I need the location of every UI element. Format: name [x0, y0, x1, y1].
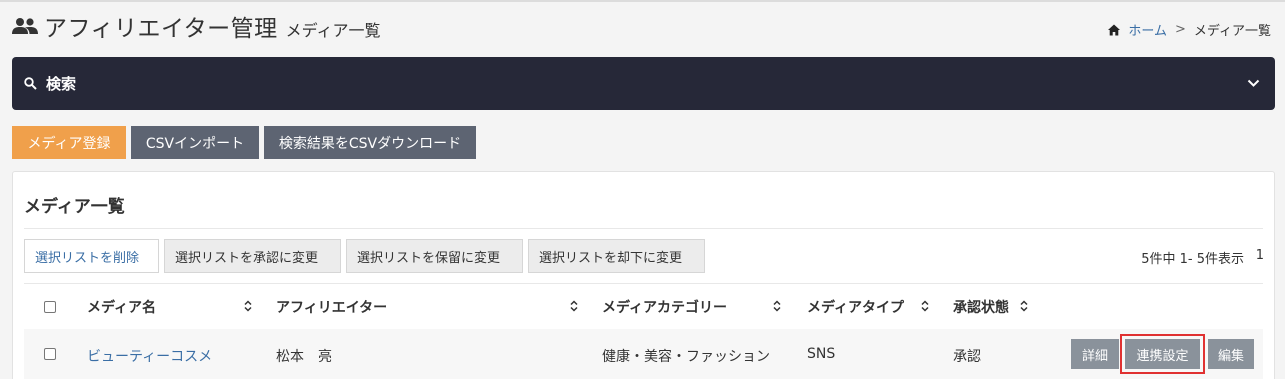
- approve-selected-button[interactable]: 選択リストを承認に変更: [164, 239, 341, 273]
- detail-button[interactable]: 詳細: [1071, 339, 1119, 369]
- result-count: 5件中 1- 5件表示: [1141, 252, 1244, 267]
- hold-selected-button[interactable]: 選択リストを保留に変更: [346, 239, 523, 273]
- sort-icon[interactable]: [244, 300, 252, 312]
- table-header: メディア名 アフィリエイター メディアカテゴリー メディアタイプ 承認状態: [24, 284, 1263, 329]
- column-media-name[interactable]: メディア名: [87, 297, 156, 317]
- column-affiliator[interactable]: アフィリエイター: [276, 297, 387, 317]
- select-all-checkbox[interactable]: [44, 301, 56, 313]
- page-header: アフィリエイター管理 メディア一覧: [12, 6, 381, 46]
- csv-download-button[interactable]: 検索結果をCSVダウンロード: [264, 126, 476, 159]
- media-name-link[interactable]: ビューティーコスメ: [87, 346, 212, 366]
- sort-icon[interactable]: [773, 300, 781, 312]
- search-label: 検索: [46, 75, 77, 93]
- breadcrumb-home-link[interactable]: ホーム: [1128, 20, 1167, 39]
- page-title: アフィリエイター管理: [44, 16, 278, 42]
- edit-button[interactable]: 編集: [1208, 339, 1254, 369]
- row-checkbox[interactable]: [44, 348, 56, 360]
- status-cell: 承認: [953, 349, 981, 365]
- pagination-page[interactable]: 1: [1256, 248, 1264, 263]
- column-category[interactable]: メディアカテゴリー: [602, 297, 727, 317]
- column-status[interactable]: 承認状態: [953, 297, 1009, 317]
- search-toggle-bar[interactable]: 検索: [12, 57, 1275, 110]
- sort-icon[interactable]: [570, 300, 578, 312]
- search-icon: [24, 77, 38, 91]
- delete-selected-button[interactable]: 選択リストを削除: [24, 239, 159, 273]
- chevron-down-icon[interactable]: [1247, 77, 1261, 91]
- type-cell: SNS: [807, 346, 836, 362]
- breadcrumb-current: メディア一覧: [1193, 24, 1271, 39]
- column-type[interactable]: メディアタイプ: [807, 297, 904, 317]
- panel-title: メディア一覧: [24, 197, 125, 217]
- sort-icon[interactable]: [1020, 300, 1028, 312]
- media-list-panel: メディア一覧 選択リストを削除 選択リストを承認に変更 選択リストを保留に変更 …: [12, 171, 1275, 379]
- breadcrumb: ホーム > メディア一覧: [1108, 20, 1271, 39]
- affiliator-cell: 松本 亮: [276, 349, 332, 365]
- action-toolbar: メディア登録 CSVインポート 検索結果をCSVダウンロード: [12, 126, 476, 159]
- top-border: [0, 0, 1285, 2]
- register-media-button[interactable]: メディア登録: [12, 126, 126, 159]
- reject-selected-button[interactable]: 選択リストを却下に変更: [528, 239, 705, 273]
- link-settings-button[interactable]: 連携設定: [1125, 339, 1200, 369]
- users-icon: [12, 16, 38, 36]
- sort-icon[interactable]: [921, 300, 929, 312]
- csv-import-button[interactable]: CSVインポート: [131, 126, 259, 159]
- home-icon: [1108, 23, 1121, 36]
- table-row: ビューティーコスメ 松本 亮 健康・美容・ファッション SNS 承認 詳細 連携…: [24, 329, 1263, 379]
- breadcrumb-separator: >: [1175, 22, 1186, 37]
- panel-divider: [24, 228, 1263, 229]
- bulk-action-group: 選択リストを削除 選択リストを承認に変更 選択リストを保留に変更 選択リストを却…: [24, 239, 705, 273]
- page-subtitle: メディア一覧: [285, 20, 381, 40]
- category-cell: 健康・美容・ファッション: [602, 349, 770, 365]
